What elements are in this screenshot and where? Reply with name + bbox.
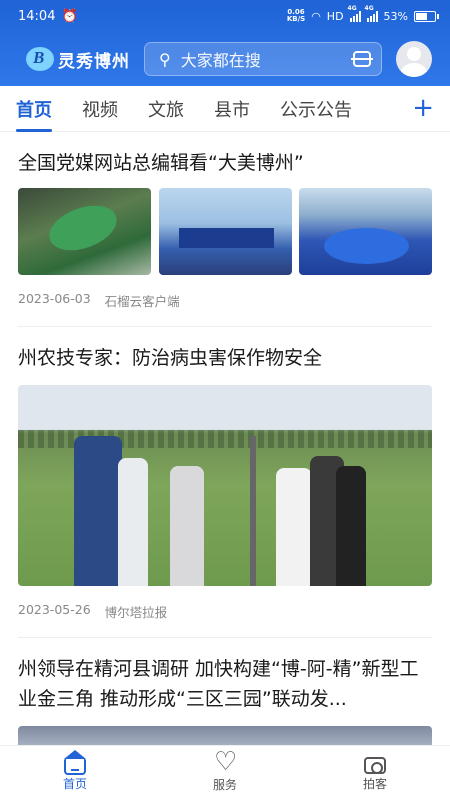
hd-badge: HD xyxy=(326,9,344,23)
search-bar[interactable]: ⚲ 大家都在搜 xyxy=(144,42,382,76)
alarm-icon: ⏰ xyxy=(61,8,78,24)
search-icon: ⚲ xyxy=(159,49,171,69)
article-date: 2023-05-26 xyxy=(18,602,91,617)
battery-percent: 53% xyxy=(383,9,408,23)
add-tab-button[interactable]: + xyxy=(412,94,434,122)
thumbnail-image xyxy=(18,188,151,275)
tab-home[interactable]: 首页 xyxy=(16,86,52,132)
app-bar: B 灵秀博州 ⚲ 大家都在搜 xyxy=(0,32,450,86)
article-source: 博尔塔拉报 xyxy=(104,605,168,620)
tab-culture-travel[interactable]: 文旅 xyxy=(148,86,184,132)
network-speed: 0.06 KB/S xyxy=(286,8,306,23)
list-item[interactable]: 州农技专家：防治病虫害保作物安全 2023-05-26 博尔塔拉报 xyxy=(18,327,432,638)
app-logo: B 灵秀博州 xyxy=(26,47,130,72)
tab-counties[interactable]: 县市 xyxy=(214,86,250,132)
thumbnail-image xyxy=(158,188,292,275)
app-header: 14:04 ⏰ 0.06 KB/S ◠ HD 4G 4G 53% B 灵秀博州 … xyxy=(0,0,450,86)
home-icon xyxy=(64,749,86,775)
thumbnail-image xyxy=(299,188,432,275)
heart-icon xyxy=(214,747,237,777)
image-row xyxy=(18,188,432,275)
article-source: 石榴云客户端 xyxy=(104,294,180,309)
camera-icon xyxy=(364,756,386,774)
article-meta: 2023-05-26 博尔塔拉报 xyxy=(18,586,432,637)
wifi-icon: ◠ xyxy=(311,9,321,23)
nav-paike[interactable]: 拍客 xyxy=(300,746,450,800)
nav-service[interactable]: 服务 xyxy=(150,746,300,800)
article-meta: 2023-06-03 石榴云客户端 xyxy=(18,275,432,326)
signal-icon: 4G xyxy=(365,5,378,22)
article-date: 2023-06-03 xyxy=(18,291,91,306)
bottom-nav: 首页 服务 拍客 xyxy=(0,745,450,800)
article-title: 州农技专家：防治病虫害保作物安全 xyxy=(18,347,323,369)
news-feed: 全国党媒网站总编辑看“大美博州” 2023-06-03 石榴云客户端 州农技专家… xyxy=(18,132,432,756)
list-item[interactable]: 全国党媒网站总编辑看“大美博州” 2023-06-03 石榴云客户端 xyxy=(18,132,432,327)
tab-video[interactable]: 视频 xyxy=(82,86,118,132)
avatar[interactable] xyxy=(396,41,432,77)
channel-tabs: 首页 视频 文旅 县市 公示公告 + xyxy=(0,86,450,132)
list-item[interactable]: 州领导在精河县调研 加快构建“博-阿-精”新型工业金三角 推动形成“三区三园”联… xyxy=(18,638,432,756)
signal-icon: 4G xyxy=(348,5,361,22)
scan-icon[interactable] xyxy=(351,51,373,67)
battery-icon xyxy=(414,10,439,22)
article-title: 全国党媒网站总编辑看“大美博州” xyxy=(18,152,304,174)
tab-announcements[interactable]: 公示公告 xyxy=(280,86,352,132)
status-bar: 14:04 ⏰ 0.06 KB/S ◠ HD 4G 4G 53% xyxy=(0,0,450,32)
article-title: 州领导在精河县调研 加快构建“博-阿-精”新型工业金三角 推动形成“三区三园”联… xyxy=(18,658,419,710)
clock: 14:04 xyxy=(18,8,56,24)
nav-home[interactable]: 首页 xyxy=(0,746,150,800)
logo-icon: B xyxy=(26,47,54,71)
article-image xyxy=(18,385,432,586)
search-placeholder: 大家都在搜 xyxy=(180,51,261,70)
